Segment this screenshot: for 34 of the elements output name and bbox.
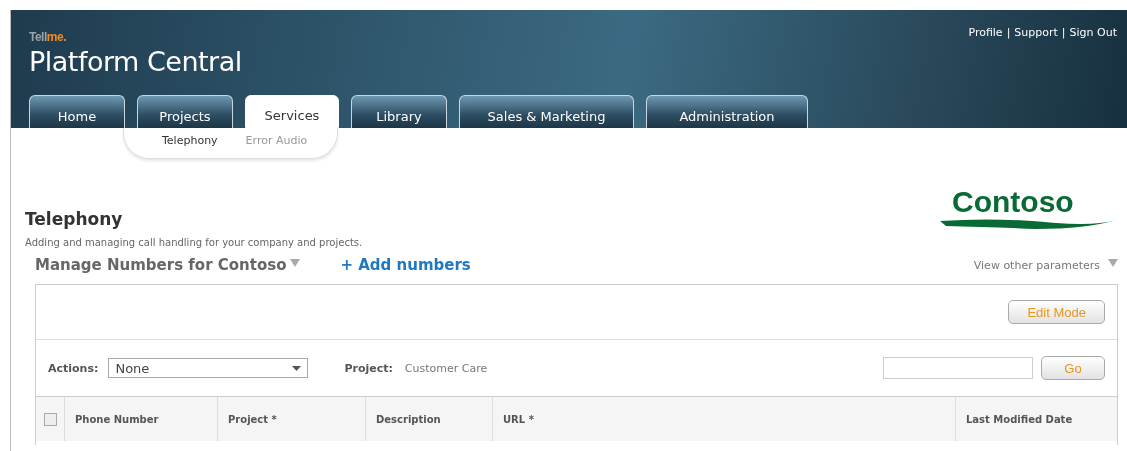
dropdown-icon[interactable] bbox=[290, 259, 301, 267]
column-header: Project * bbox=[217, 397, 365, 441]
dropdown-icon[interactable] bbox=[1108, 259, 1118, 267]
nav-tab[interactable]: Administration bbox=[646, 95, 808, 128]
nav-tab[interactable]: Projects bbox=[137, 95, 233, 128]
user-link[interactable]: Sign Out bbox=[1069, 26, 1117, 39]
select-all-checkbox[interactable] bbox=[44, 412, 57, 426]
parameters-link[interactable]: View other parameters bbox=[973, 258, 1100, 272]
subnav-tab[interactable]: Telephony bbox=[162, 134, 218, 158]
actions-label: Actions: bbox=[48, 361, 99, 375]
nav-tab[interactable]: Sales & Marketing bbox=[459, 95, 634, 128]
column-header: URL * bbox=[492, 397, 955, 441]
nav-tab[interactable]: Home bbox=[29, 95, 125, 128]
app-title: Platform Central bbox=[29, 46, 243, 77]
column-header: Phone Number bbox=[64, 397, 217, 441]
column-header: Description bbox=[365, 397, 492, 441]
add-numbers-link[interactable]: + Add numbers bbox=[340, 256, 471, 274]
page-description: Adding and managing call handling for your company and projects. bbox=[25, 237, 364, 248]
separator: | bbox=[1061, 26, 1066, 39]
column-header: Last Modified Date bbox=[955, 397, 1117, 441]
user-link[interactable]: Profile bbox=[968, 26, 1003, 39]
actions-dropdown[interactable]: None bbox=[108, 358, 309, 378]
project-value: Customer Care bbox=[404, 361, 488, 375]
separator: | bbox=[1006, 26, 1011, 39]
brand-logo: Contoso bbox=[952, 187, 1074, 217]
section-title: Manage Numbers for Contoso bbox=[35, 256, 287, 274]
logo: Tellme. bbox=[29, 30, 66, 44]
page-title: Telephony bbox=[25, 209, 123, 229]
nav-tab[interactable]: Services bbox=[245, 95, 339, 128]
search-field[interactable] bbox=[883, 357, 1033, 379]
nav-tab[interactable]: Library bbox=[351, 95, 447, 128]
caret-icon bbox=[292, 365, 302, 371]
user-link[interactable]: Support bbox=[1014, 26, 1058, 39]
project-label: Project: bbox=[344, 361, 393, 375]
